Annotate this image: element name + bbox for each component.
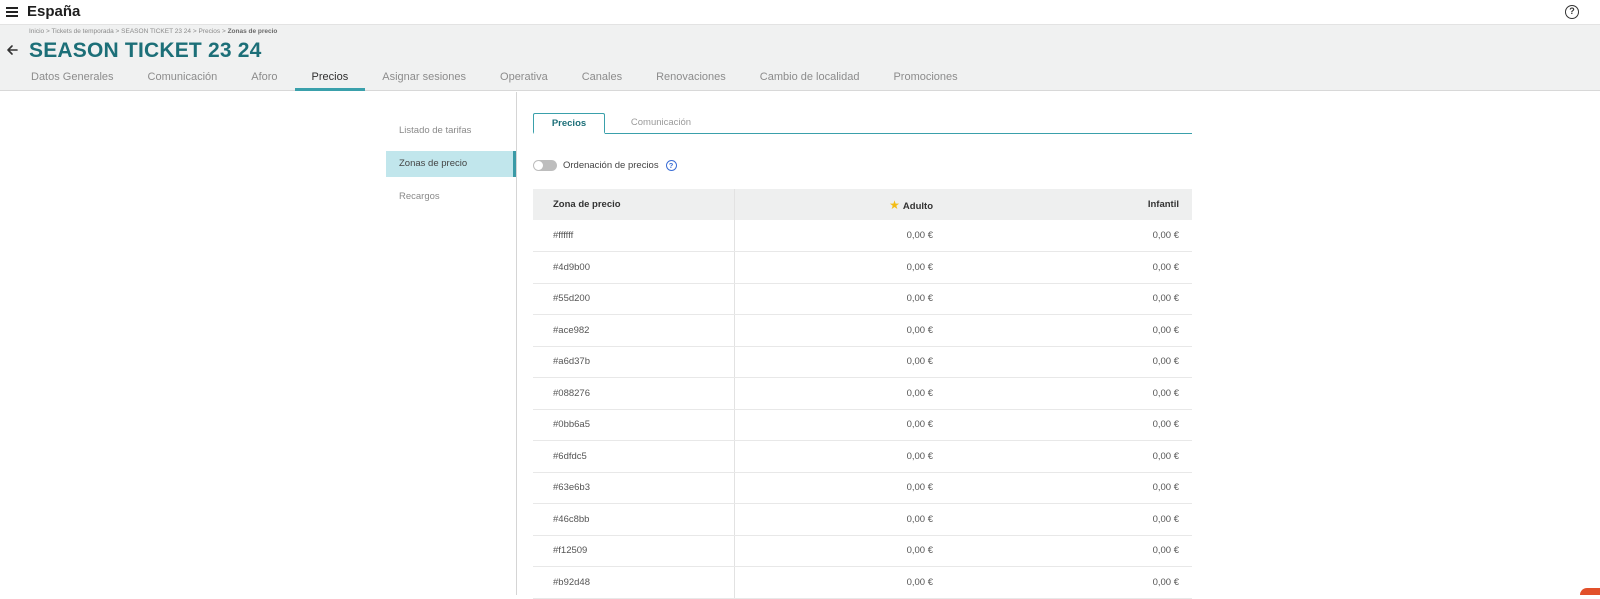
price-order-label: Ordenación de precios <box>563 160 659 171</box>
zone-cell: #b92d48 <box>533 566 735 599</box>
tab-cambio-de-localidad[interactable]: Cambio de localidad <box>743 70 877 91</box>
table-row[interactable]: #b92d48 0,00 €0,00 € <box>533 566 1192 599</box>
subnav-item[interactable]: Listado de tarifas <box>386 118 517 144</box>
adult-price-cell: 0,00 € <box>734 346 937 378</box>
header-zone: Zona de precio <box>533 189 735 220</box>
adult-price-cell: 0,00 € <box>734 251 937 284</box>
tab-operativa[interactable]: Operativa <box>483 70 565 91</box>
active-indicator <box>513 151 516 177</box>
top-bar: España ? <box>0 0 1600 25</box>
breadcrumb-link[interactable]: Tickets de temporada <box>51 28 113 35</box>
child-price-cell: 0,00 € <box>937 346 1192 378</box>
price-order-toggle-row: Ordenación de precios ? <box>533 159 677 172</box>
child-price-cell: 0,00 € <box>937 251 1192 284</box>
adult-price-cell: 0,00 € <box>734 409 937 441</box>
adult-price-cell: 0,00 € <box>734 535 937 567</box>
table-row[interactable]: #a6d37b 0,00 €0,00 € <box>533 346 1192 378</box>
vertical-divider <box>516 92 517 595</box>
adult-price-cell: 0,00 € <box>734 377 937 410</box>
table-row[interactable]: #f12509 0,00 €0,00 € <box>533 535 1192 567</box>
child-price-cell: 0,00 € <box>937 440 1192 473</box>
table-header-row: Zona de precio ★ Adulto Infantil <box>533 189 1192 220</box>
child-price-cell: 0,00 € <box>937 409 1192 441</box>
child-price-cell: 0,00 € <box>937 566 1192 599</box>
child-price-cell: 0,00 € <box>937 377 1192 410</box>
zone-cell: #6dfdc5 <box>533 440 735 473</box>
breadcrumb-separator: > <box>220 28 228 35</box>
tab-precios[interactable]: Precios <box>533 113 605 134</box>
table-row[interactable]: #46c8bb 0,00 €0,00 € <box>533 503 1192 536</box>
table-row[interactable]: #6dfdc5 0,00 €0,00 € <box>533 440 1192 473</box>
zone-cell: #0bb6a5 <box>533 409 735 441</box>
child-price-cell: 0,00 € <box>937 283 1192 315</box>
table-row[interactable]: #55d200 0,00 €0,00 € <box>533 283 1192 315</box>
tab-datos-generales[interactable]: Datos Generales <box>14 70 131 91</box>
table-row[interactable]: #4d9b00 0,00 €0,00 € <box>533 251 1192 284</box>
header-child: Infantil <box>937 189 1192 220</box>
child-price-cell: 0,00 € <box>937 220 1192 252</box>
table-row[interactable]: #63e6b3 0,00 €0,00 € <box>533 472 1192 504</box>
table-row[interactable]: #ace982 0,00 €0,00 € <box>533 314 1192 347</box>
subnav-item[interactable]: Recargos <box>386 184 517 210</box>
zone-cell: #ffffff <box>533 220 735 252</box>
breadcrumb: Inicio > Tickets de temporada > SEASON T… <box>29 28 277 35</box>
toggle-knob <box>534 161 543 170</box>
sub-navigation: Listado de tarifas Zonas de precio Recargo… <box>386 118 517 217</box>
help-circle-icon[interactable]: ? <box>665 160 677 171</box>
child-price-cell: 0,00 € <box>937 314 1192 347</box>
main-tabs: Datos Generales Comunicación Aforo Precios A… <box>14 70 975 91</box>
adult-price-cell: 0,00 € <box>734 566 937 599</box>
zone-cell: #ace982 <box>533 314 735 347</box>
breadcrumb-link[interactable]: Inicio <box>29 28 44 35</box>
tab-promociones[interactable]: Promociones <box>876 70 974 91</box>
star-icon: ★ <box>889 197 900 212</box>
zone-cell: #46c8bb <box>533 503 735 536</box>
page-title: SEASON TICKET 23 24 <box>29 39 262 62</box>
subnav-item[interactable]: Zonas de precio <box>386 151 517 177</box>
child-price-cell: 0,00 € <box>937 535 1192 567</box>
zone-cell: #088276 <box>533 377 735 410</box>
hamburger-menu-icon[interactable] <box>6 7 18 17</box>
table-row[interactable]: #088276 0,00 €0,00 € <box>533 377 1192 410</box>
tab-renovaciones[interactable]: Renovaciones <box>639 70 743 91</box>
adult-price-cell: 0,00 € <box>734 220 937 252</box>
tab-canales[interactable]: Canales <box>565 70 639 91</box>
zone-cell: #f12509 <box>533 535 735 567</box>
zone-cell: #63e6b3 <box>533 472 735 504</box>
child-price-cell: 0,00 € <box>937 472 1192 504</box>
child-price-cell: 0,00 € <box>937 503 1192 536</box>
app-title: España <box>27 3 81 20</box>
tab-comunicacion[interactable]: Comunicación <box>131 70 235 91</box>
adult-price-cell: 0,00 € <box>734 503 937 536</box>
breadcrumb-link[interactable]: SEASON TICKET 23 24 <box>121 28 191 35</box>
page-header: Inicio > Tickets de temporada > SEASON T… <box>0 25 1600 91</box>
inner-tabs: Precios Comunicación <box>533 113 1192 134</box>
adult-price-cell: 0,00 € <box>734 314 937 347</box>
price-order-toggle[interactable] <box>533 160 557 171</box>
tab-asignar-sesiones[interactable]: Asignar sesiones <box>365 70 483 91</box>
header-adult-label: Adulto <box>902 200 933 212</box>
header-adult[interactable]: ★ Adulto <box>734 189 937 220</box>
breadcrumb-current: Zonas de precio <box>227 28 278 35</box>
corner-badge <box>1580 588 1600 595</box>
table-row[interactable]: #ffffff 0,00 €0,00 € <box>533 220 1192 252</box>
tab-comunicacion[interactable]: Comunicación <box>621 113 701 134</box>
tab-aforo[interactable]: Aforo <box>234 70 294 91</box>
zone-cell: #55d200 <box>533 283 735 315</box>
breadcrumb-link[interactable]: Precios <box>198 28 220 35</box>
price-zones-table: Zona de precio ★ Adulto Infantil #ffffff 0… <box>533 189 1192 599</box>
table-row[interactable]: #0bb6a5 0,00 €0,00 € <box>533 409 1192 441</box>
arrow-left-icon[interactable] <box>5 43 19 57</box>
tab-precios[interactable]: Precios <box>294 70 366 91</box>
help-circle-icon[interactable]: ? <box>1565 5 1579 19</box>
adult-price-cell: 0,00 € <box>734 283 937 315</box>
zone-cell: #4d9b00 <box>533 251 735 284</box>
adult-price-cell: 0,00 € <box>734 472 937 504</box>
adult-price-cell: 0,00 € <box>734 440 937 473</box>
zone-cell: #a6d37b <box>533 346 735 378</box>
